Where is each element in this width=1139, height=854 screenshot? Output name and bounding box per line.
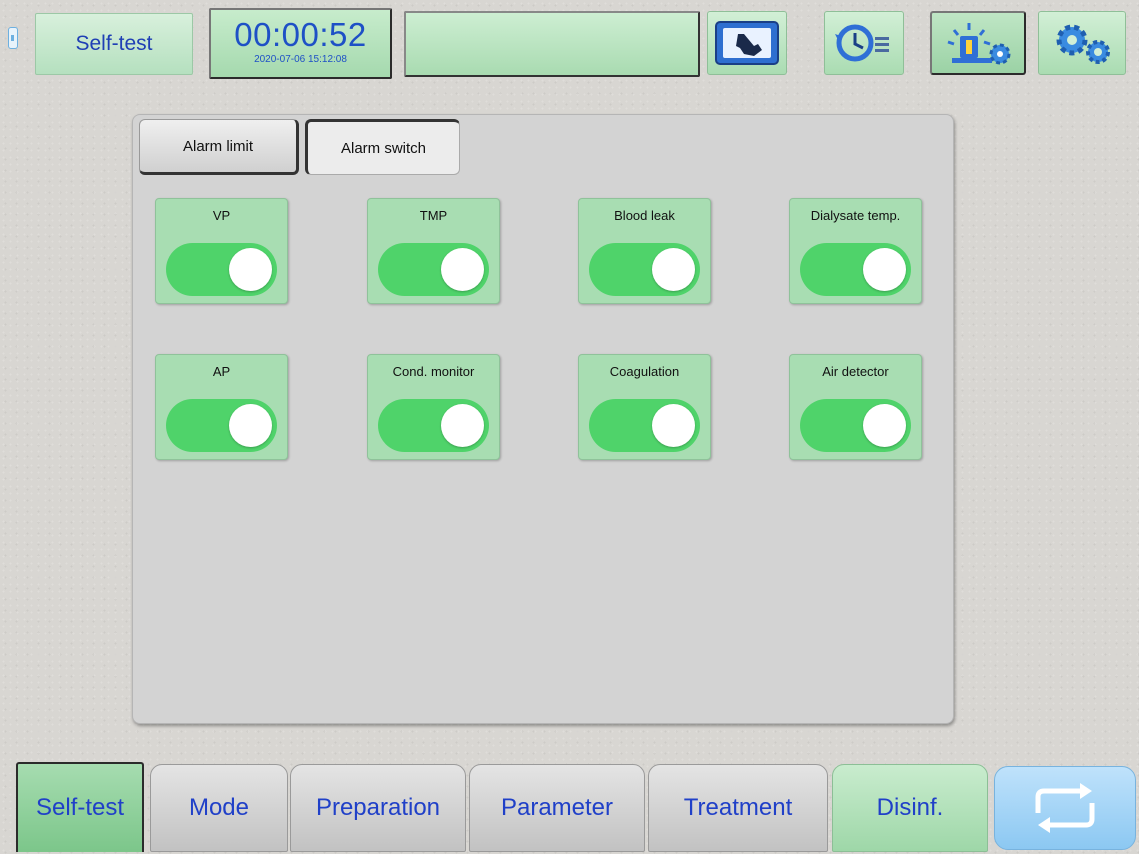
switch-card-dialysate-temp: Dialysate temp. [789,198,922,304]
clock-date: 2020-07-06 15:12:08 [254,54,347,65]
system-settings-button[interactable] [1038,11,1126,75]
toggle-knob [652,248,695,291]
nav-tab-treatment[interactable]: Treatment [648,764,828,852]
toggle-knob [863,404,906,447]
switch-card-tmp: TMP [367,198,500,304]
cycle-button[interactable] [994,766,1136,850]
history-list-icon [835,24,889,62]
toggle-knob [863,248,906,291]
switch-card-air-detector: Air detector [789,354,922,460]
hand-touch-icon [715,21,779,65]
toggle-tmp[interactable] [378,243,489,296]
toggle-vp[interactable] [166,243,277,296]
mode-title: Self-test [35,13,193,75]
top-bar: Self-test 00:00:52 2020-07-06 15:12:08 [0,0,1139,92]
switch-card-cond-monitor: Cond. monitor [367,354,500,460]
clock-time: 00:00:52 [234,16,367,53]
nav-tab-disinf[interactable]: Disinf. [832,764,988,852]
switch-label: Blood leak [614,208,675,223]
toggle-cond-monitor[interactable] [378,399,489,452]
switch-card-blood-leak: Blood leak [578,198,711,304]
nav-tab-mode[interactable]: Mode [150,764,288,852]
switch-card-vp: VP [155,198,288,304]
switch-label: Cond. monitor [392,364,475,379]
toggle-knob [229,248,272,291]
tab-alarm-switch[interactable]: Alarm switch [305,119,460,175]
status-indicator-icon [8,27,18,49]
nav-tab-self-test[interactable]: Self-test [16,762,144,852]
treatment-clock: 00:00:52 2020-07-06 15:12:08 [209,8,392,79]
switch-label: Air detector [822,364,889,379]
switch-card-ap: AP [155,354,288,460]
toggle-knob [441,248,484,291]
toggle-dialysate-temp[interactable] [800,243,911,296]
message-box [404,11,700,77]
gears-icon [1056,24,1110,64]
toggle-air-detector[interactable] [800,399,911,452]
bottom-nav: Self-test Mode Preparation Parameter Tre… [0,760,1139,854]
alarm-settings-button[interactable] [930,11,1026,75]
toggle-knob [652,404,695,447]
switch-card-coagulation: Coagulation [578,354,711,460]
switch-label: VP [212,208,231,223]
nav-tab-parameter[interactable]: Parameter [469,764,645,852]
nav-tab-preparation[interactable]: Preparation [290,764,466,852]
switch-label: TMP [419,208,448,223]
toggle-coagulation[interactable] [589,399,700,452]
toggle-blood-leak[interactable] [589,243,700,296]
switch-label: Dialysate temp. [810,208,901,223]
touch-lock-button[interactable] [707,11,787,75]
history-button[interactable] [824,11,904,75]
lamp-settings-icon [947,23,1011,65]
toggle-knob [441,404,484,447]
toggle-ap[interactable] [166,399,277,452]
tab-alarm-limit[interactable]: Alarm limit [139,119,299,175]
alarm-panel: Alarm limit Alarm switch VP TMP Blood le… [132,114,954,724]
switch-label: Coagulation [609,364,680,379]
toggle-knob [229,404,272,447]
cycle-arrows-icon [1035,783,1095,833]
switch-label: AP [212,364,231,379]
